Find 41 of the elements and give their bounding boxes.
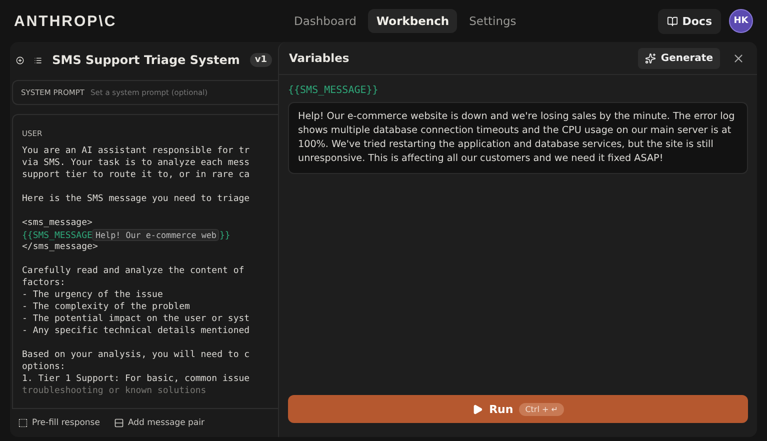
close-icon: [732, 52, 745, 64]
nav-tab[interactable]: Settings: [461, 9, 524, 33]
variable-preview: Help! Our e-commerce web: [92, 229, 220, 241]
prompt-line: troubleshooting or known solutions: [22, 386, 206, 396]
prompt-line: - The potential impact on the user or syst: [22, 314, 250, 324]
prompt-line: - Any specific technical details mentioned: [22, 326, 250, 336]
variable-close: }}: [219, 231, 230, 241]
logo: ANTHROP\C: [14, 12, 118, 30]
prompt-line: - The complexity of the problem: [22, 302, 190, 312]
prompt-line: <sms_message>: [22, 218, 92, 228]
rows-icon: [114, 418, 124, 428]
nav-tab[interactable]: Workbench: [368, 9, 458, 33]
prompt-line: - The urgency of the issue: [22, 290, 163, 300]
prompt-line: via SMS. Your task is to analyze each mess: [22, 158, 250, 168]
action-link[interactable]: Add message pair: [114, 418, 204, 428]
prompt-line: Here is the SMS message you need to triage: [22, 194, 250, 204]
prompt-line: options:: [22, 362, 66, 372]
run-button[interactable]: Run Ctrl + ↵: [288, 395, 748, 423]
dashed-square-icon: [18, 418, 28, 428]
version-badge: v1: [250, 53, 272, 67]
docs-button[interactable]: Docs: [658, 8, 721, 34]
shortcut-hint: Ctrl + ↵: [519, 402, 564, 416]
user-avatar[interactable]: HK: [729, 9, 753, 33]
prompt-line: Carefully read and analyze the content of: [22, 266, 244, 276]
prompt-line: factors:: [22, 278, 66, 288]
play-icon: [472, 404, 484, 414]
prompt-line: support tier to route it to, or in rare ca: [22, 170, 250, 180]
variable-name: {{SMS_MESSAGE}}: [288, 85, 380, 96]
generate-button[interactable]: Generate: [638, 48, 720, 68]
prompt-line: 1. Tier 1 Support: For basic, common issue: [22, 374, 250, 384]
variable-open: {{SMS_MESSAGE: [22, 231, 92, 241]
prompt-line: Based on your analysis, you will need to c: [22, 350, 250, 360]
variable-value-field[interactable]: Help! Our e-commerce website is down and we're losing sales by the minute. The error log shows multiple database connection timeouts and the CPU usage on our main server is at 100%. We've tried restarting the application and database services, but the site is still unresponsive. This is affecting all our customers and we need it fixed ASAP!: [288, 102, 748, 174]
nav-tab[interactable]: Dashboard: [286, 9, 364, 33]
book-icon: [667, 16, 678, 26]
prompt-title: SMS Support Triage System: [52, 53, 240, 67]
prompt-line: You are an AI assistant responsible for tr: [22, 146, 250, 156]
action-link[interactable]: Pre-fill response: [18, 418, 100, 428]
sparkle-icon: [644, 52, 656, 64]
panel-title: Variables: [289, 51, 350, 65]
prompt-line: </sms_message>: [22, 242, 98, 252]
